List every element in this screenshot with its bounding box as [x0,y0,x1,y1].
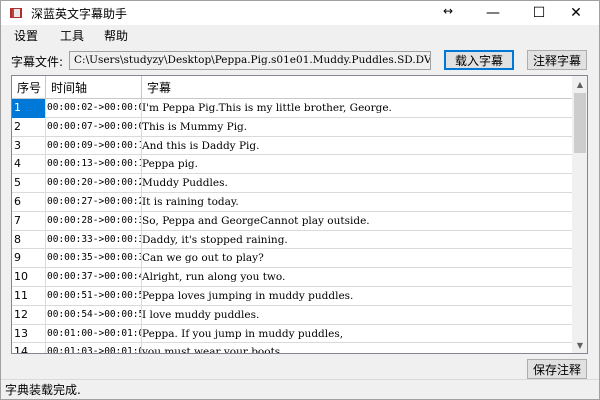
scroll-up-arrow-icon[interactable]: ▲ [572,76,587,92]
app-window: 深蓝英文字幕助手 ↔ — ☐ ✕ 设置 工具 帮助 字幕文件: C:\Users… [0,0,600,400]
row-timeline-cell[interactable]: 00:00:51->00:00:53 [46,286,142,306]
table-row[interactable]: 12 00:00:54->00:00:58 I love muddy puddles… [12,305,572,325]
row-subtitle-cell[interactable]: I love muddy puddles. [142,306,572,325]
maximize-icon: ☐ [532,5,546,21]
row-subtitle-cell[interactable]: Peppa pig. [142,155,572,174]
row-timeline-cell[interactable]: 00:00:02->00:00:06 [46,99,142,118]
row-subtitle-cell[interactable]: I'm Peppa Pig.This is my little brother,… [142,99,572,118]
column-header-number[interactable]: 序号 [12,76,46,99]
table-row[interactable]: 5 00:00:20->00:00:22 Muddy Puddles. [12,174,572,193]
row-number-cell[interactable]: 5 [12,174,46,193]
table-row[interactable]: 9 00:00:35->00:00:37 Can we go out to play… [12,249,572,269]
row-timeline-cell[interactable]: 00:00:33->00:00:35 [46,230,142,250]
table-row[interactable]: 2 00:00:07->00:00:08 This is Mummy Pig. [12,117,572,137]
table-row[interactable]: 13 00:01:00->00:01:03 Peppa. If you jump i… [12,324,572,344]
row-subtitle-cell[interactable]: Daddy, it's stopped raining. [142,231,572,250]
row-number-cell[interactable]: 10 [12,268,46,287]
row-timeline-cell[interactable]: 00:00:13->00:00:14 [46,155,142,175]
window-title: 深蓝英文字幕助手 [31,7,128,21]
subtitle-file-path-field[interactable]: C:\Users\studyzy\Desktop\Peppa.Pig.s01e0… [69,51,431,70]
row-timeline-cell[interactable]: 00:01:03->00:01:04 [46,343,142,353]
menu-bar: 设置 工具 帮助 [1,25,599,47]
menu-help[interactable]: 帮助 [97,26,135,46]
row-timeline-cell[interactable]: 00:00:07->00:00:08 [46,117,142,137]
table-row[interactable]: 8 00:00:33->00:00:35 Daddy, it's stopped r… [12,230,572,250]
load-subtitle-button[interactable]: 载入字幕 [444,50,514,70]
row-subtitle-cell[interactable]: So, Peppa and GeorgeCannot play outside. [142,212,572,231]
column-header-subtitle[interactable]: 字幕 [142,76,572,99]
status-bar: 字典装载完成. [1,379,599,399]
save-annotation-button[interactable]: 保存注释 [527,359,587,379]
row-number-cell[interactable]: 9 [12,249,46,269]
close-icon: ✕ [570,5,582,21]
row-subtitle-cell[interactable]: This is Mummy Pig. [142,118,572,137]
subtitle-grid: 序号 时间轴 字幕 1 00:00:02->00:00:06 I'm Peppa P… [11,75,588,354]
table-row[interactable]: 6 00:00:27->00:00:28 It is raining today. [12,192,572,212]
row-subtitle-cell[interactable]: And this is Daddy Pig. [142,137,572,156]
row-number-cell[interactable]: 6 [12,192,46,212]
table-row[interactable]: 3 00:00:09->00:00:10 And this is Daddy Pig… [12,136,572,156]
table-row[interactable]: 1 00:00:02->00:00:06 I'm Peppa Pig.This is… [12,99,572,118]
row-number-cell[interactable]: 3 [12,136,46,156]
row-subtitle-cell[interactable]: Can we go out to play? [142,249,572,268]
title-bar: 深蓝英文字幕助手 ↔ — ☐ ✕ [1,1,599,25]
scroll-down-arrow-icon[interactable]: ▼ [572,337,587,353]
subtitle-file-label: 字幕文件: [11,55,64,69]
grid-header: 序号 时间轴 字幕 [12,76,572,99]
grid-rows: 1 00:00:02->00:00:06 I'm Peppa Pig.This is… [12,99,572,353]
row-subtitle-cell[interactable]: you must wear your boots. [142,343,572,353]
close-button[interactable]: ✕ [553,1,599,25]
row-timeline-cell[interactable]: 00:00:09->00:00:10 [46,136,142,156]
row-number-cell[interactable]: 13 [12,324,46,344]
annotate-subtitle-button[interactable]: 注释字幕 [527,50,587,70]
resize-icon: ↔ [443,4,454,18]
row-timeline-cell[interactable]: 00:01:00->00:01:03 [46,324,142,344]
row-timeline-cell[interactable]: 00:00:35->00:00:37 [46,249,142,269]
table-row[interactable]: 10 00:00:37->00:00:40 Alright, run along y… [12,268,572,287]
table-row[interactable]: 11 00:00:51->00:00:53 Peppa loves jumping … [12,286,572,306]
table-row[interactable]: 7 00:00:28->00:00:31 So, Peppa and GeorgeC… [12,211,572,231]
row-subtitle-cell[interactable]: Alright, run along you two. [142,268,572,287]
row-subtitle-cell[interactable]: Peppa loves jumping in muddy puddles. [142,287,572,306]
row-number-cell[interactable]: 4 [12,155,46,175]
row-subtitle-cell[interactable]: It is raining today. [142,193,572,212]
vertical-scrollbar[interactable]: ▲ ▼ [572,76,587,353]
menu-tools[interactable]: 工具 [53,26,91,46]
minimize-button[interactable]: — [470,1,516,25]
row-subtitle-cell[interactable]: Peppa. If you jump in muddy puddles, [142,325,572,344]
scrollbar-thumb[interactable] [574,93,586,153]
row-number-cell[interactable]: 2 [12,117,46,137]
row-timeline-cell[interactable]: 00:00:20->00:00:22 [46,174,142,193]
table-row[interactable]: 4 00:00:13->00:00:14 Peppa pig. [12,155,572,175]
row-number-cell[interactable]: 1 [12,99,46,118]
row-number-cell[interactable]: 8 [12,230,46,250]
row-number-cell[interactable]: 14 [12,343,46,353]
minimize-icon: — [486,5,500,21]
row-timeline-cell[interactable]: 00:00:37->00:00:40 [46,268,142,287]
row-timeline-cell[interactable]: 00:00:54->00:00:58 [46,305,142,325]
row-number-cell[interactable]: 11 [12,286,46,306]
table-row[interactable]: 14 00:01:03->00:01:04 you must wear your b… [12,343,572,353]
row-number-cell[interactable]: 7 [12,211,46,231]
row-subtitle-cell[interactable]: Muddy Puddles. [142,174,572,193]
app-book-icon [10,8,22,18]
column-header-timeline[interactable]: 时间轴 [46,76,142,99]
row-timeline-cell[interactable]: 00:00:27->00:00:28 [46,192,142,212]
menu-settings[interactable]: 设置 [7,26,45,46]
row-number-cell[interactable]: 12 [12,305,46,325]
row-timeline-cell[interactable]: 00:00:28->00:00:31 [46,211,142,231]
